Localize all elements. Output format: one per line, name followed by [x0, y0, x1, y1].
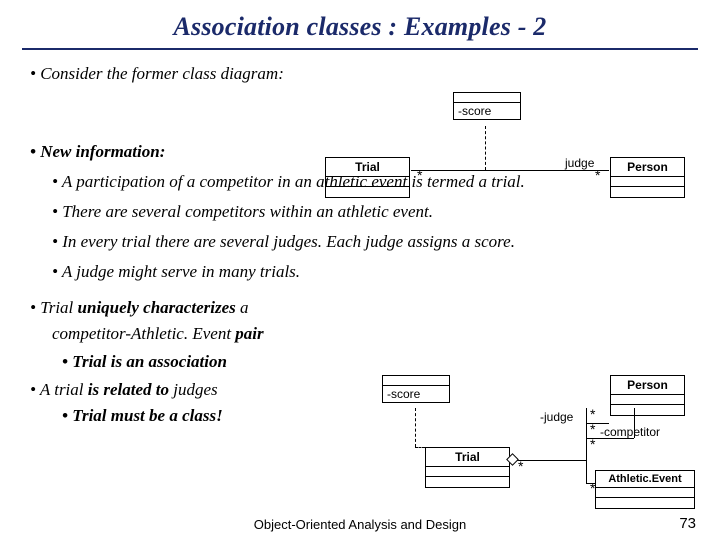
uml-person-class: Person	[610, 375, 685, 416]
uml-trial-class: Trial	[425, 447, 510, 488]
text: • Trial	[30, 298, 78, 317]
uml-role-judge: judge	[565, 156, 594, 170]
sub-bullet-4: • A judge might serve in many trials.	[52, 262, 690, 282]
text-bold: is related to	[88, 380, 169, 399]
bullet-unique: • Trial uniquely characterizes a	[30, 298, 690, 318]
uml-score-class: -score	[453, 92, 521, 120]
uml-dashed-link-h	[415, 447, 425, 448]
text: a	[236, 298, 249, 317]
text: judges	[169, 380, 218, 399]
text-bold: pair	[235, 324, 263, 343]
multiplicity-star-icon: *	[595, 172, 600, 178]
multiplicity-star-icon: *	[518, 463, 523, 469]
uml-score-class: -score	[382, 375, 450, 403]
footer-text: Object-Oriented Analysis and Design	[0, 517, 720, 532]
multiplicity-star-icon: *	[590, 411, 595, 417]
uml-assoc-line	[411, 170, 609, 171]
uml-line	[586, 408, 587, 483]
text: • A trial	[30, 380, 88, 399]
uml-role-judge: -judge	[540, 410, 573, 424]
uml-score-attr: -score	[383, 386, 449, 402]
multiplicity-star-icon: *	[590, 426, 595, 432]
multiplicity-star-icon: *	[590, 441, 595, 447]
slide: Association classes : Examples - 2 • Con…	[0, 0, 720, 540]
sub-bullet-3: • In every trial there are several judge…	[52, 232, 690, 252]
slide-title: Association classes : Examples - 2	[30, 12, 690, 42]
uml-person-class: Person	[610, 157, 685, 198]
page-number: 73	[679, 515, 696, 532]
multiplicity-star-icon: *	[417, 172, 422, 178]
uml-diagram-top: -score Trial * * judge Person	[325, 92, 695, 207]
uml-person-name: Person	[611, 376, 684, 395]
uml-diagram-bottom: -score Person Trial Athletic.Event * * *…	[330, 375, 710, 525]
uml-score-attr: -score	[454, 103, 520, 119]
bullet-is-association: • Trial is an association	[62, 352, 690, 372]
uml-trial-name: Trial	[326, 158, 409, 177]
uml-dashed-link	[415, 408, 416, 447]
uml-trial-class: Trial	[325, 157, 410, 198]
text: competitor-Athletic. Event	[52, 324, 235, 343]
bullet-pair: competitor-Athletic. Event pair	[52, 324, 690, 344]
uml-dashed-link	[485, 126, 486, 170]
uml-athleticevent-name: Athletic.Event	[596, 471, 694, 488]
multiplicity-star-icon: *	[590, 485, 595, 491]
uml-trial-name: Trial	[426, 448, 509, 467]
uml-role-competitor: -competitor	[600, 425, 660, 439]
uml-athleticevent-class: Athletic.Event	[595, 470, 695, 509]
bullet-consider: • Consider the former class diagram:	[30, 64, 690, 84]
text-bold: uniquely characterizes	[78, 298, 236, 317]
uml-person-name: Person	[611, 158, 684, 177]
title-rule	[22, 48, 698, 50]
